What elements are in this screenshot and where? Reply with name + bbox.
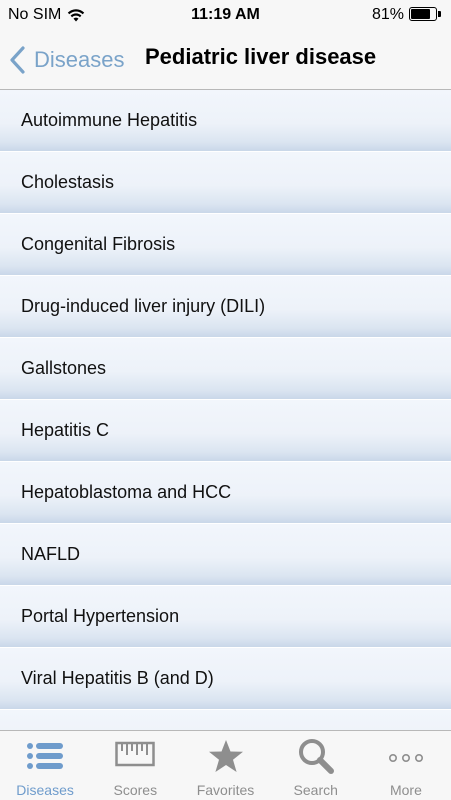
ruler-icon bbox=[115, 741, 156, 767]
tab-label: Diseases bbox=[16, 782, 74, 798]
star-icon bbox=[208, 740, 243, 772]
list-item-partial bbox=[0, 710, 451, 730]
tab-label: More bbox=[389, 782, 422, 798]
list-item-label: Viral Hepatitis B (and D) bbox=[21, 668, 214, 688]
list-item-cholestasis[interactable]: Cholestasis bbox=[0, 152, 451, 214]
status-right: 81% bbox=[372, 6, 443, 24]
list-item-gallstones[interactable]: Gallstones bbox=[0, 338, 451, 400]
list-item-label: Gallstones bbox=[21, 358, 107, 378]
list-item-label: Cholestasis bbox=[21, 172, 115, 192]
battery-fill bbox=[411, 9, 431, 19]
navigation-bar: Diseases Pediatric liver disease bbox=[0, 30, 451, 90]
chevron-back-icon bbox=[10, 46, 25, 74]
list-item-label: Drug-induced liver injury (DILI) bbox=[21, 296, 266, 316]
tab-label: Favorites bbox=[196, 782, 255, 798]
back-button[interactable]: Diseases bbox=[8, 42, 124, 78]
more-icon bbox=[388, 753, 423, 763]
tab-search[interactable]: Search bbox=[271, 731, 361, 800]
search-icon bbox=[298, 739, 334, 774]
list-icon bbox=[27, 743, 64, 769]
battery-percent: 81% bbox=[371, 6, 404, 23]
page-title: Pediatric liver disease bbox=[145, 44, 377, 69]
screen: No SIM 11:19 AM 81% Diseases Pediatric l bbox=[0, 0, 451, 800]
list-item-nafld[interactable]: NAFLD bbox=[0, 524, 451, 586]
list-item-label: NAFLD bbox=[21, 544, 81, 564]
list-item-label: Hepatitis C bbox=[21, 420, 110, 440]
tab-favorites[interactable]: Favorites bbox=[180, 731, 270, 800]
list-item-label: Autoimmune Hepatitis bbox=[21, 110, 198, 130]
list-item-hepatitis-c[interactable]: Hepatitis C bbox=[0, 400, 451, 462]
list-item-autoimmune-hepatitis[interactable]: Autoimmune Hepatitis bbox=[0, 90, 451, 152]
list-item-label: Hepatoblastoma and HCC bbox=[21, 482, 232, 502]
tab-bar: Diseases Scores Favorites Search More bbox=[0, 730, 451, 800]
list-item-label: Portal Hypertension bbox=[21, 606, 180, 626]
tab-more[interactable]: More bbox=[361, 731, 451, 800]
tab-label: Search bbox=[293, 782, 338, 798]
back-button-label: Diseases bbox=[34, 47, 125, 72]
list-item-portal-hypertension[interactable]: Portal Hypertension bbox=[0, 586, 451, 648]
list-item-dili[interactable]: Drug-induced liver injury (DILI) bbox=[0, 276, 451, 338]
list-item-hepatoblastoma-hcc[interactable]: Hepatoblastoma and HCC bbox=[0, 462, 451, 524]
tab-label: Scores bbox=[113, 782, 158, 798]
battery-icon bbox=[409, 7, 443, 23]
list-item-label: Congenital Fibrosis bbox=[21, 234, 176, 254]
tab-diseases[interactable]: Diseases bbox=[0, 731, 90, 800]
list-item-congenital-fibrosis[interactable]: Congenital Fibrosis bbox=[0, 214, 451, 276]
tab-scores[interactable]: Scores bbox=[90, 731, 180, 800]
status-bar: No SIM 11:19 AM 81% bbox=[0, 0, 451, 30]
disease-list: Autoimmune Hepatitis Cholestasis Congeni… bbox=[0, 90, 451, 730]
list-item-viral-hepatitis-b-d[interactable]: Viral Hepatitis B (and D) bbox=[0, 648, 451, 710]
